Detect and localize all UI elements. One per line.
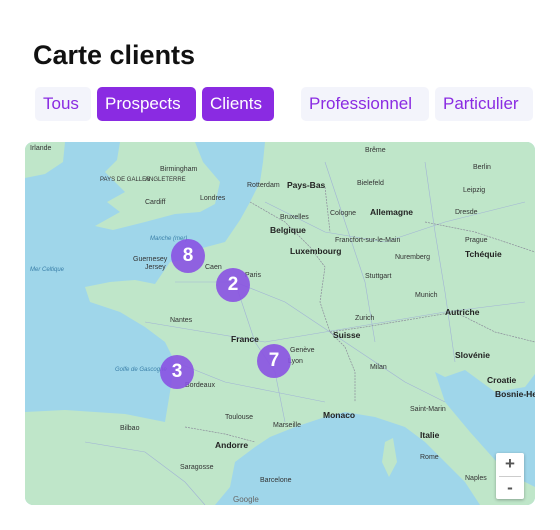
map-label: Leipzig — [463, 187, 486, 194]
client-map[interactable]: Irlande Birmingham PAYS DE GALLES ANGLET… — [25, 142, 535, 505]
map-label: Cologne — [330, 210, 357, 217]
great-britain-land — [95, 142, 220, 230]
map-label: Autriche — [445, 307, 480, 317]
map-label: Rotterdam — [247, 182, 280, 189]
map-label: ANGLETERRE — [145, 177, 186, 183]
map-label: Genève — [290, 347, 315, 354]
map-label: Pays-Bas — [287, 180, 326, 190]
map-label: Italie — [420, 430, 440, 440]
map-label: Slovénie — [455, 350, 490, 360]
map-label: Allemagne — [370, 207, 413, 217]
filter-tous[interactable]: Tous — [35, 87, 91, 121]
filter-professionnel[interactable]: Professionnel — [301, 87, 429, 121]
map-label: Nuremberg — [395, 254, 431, 261]
map-label: Luxembourg — [290, 246, 342, 256]
page-title: Carte clients — [33, 40, 196, 70]
map-label: Bosnie-Herz — [495, 389, 535, 399]
map-label: Saragosse — [180, 464, 214, 471]
map-label: Guernesey — [133, 256, 168, 263]
cluster-marker[interactable]: 8 — [171, 239, 205, 273]
map-label: Francfort-sur-le-Main — [335, 237, 401, 244]
map-label: Jersey — [145, 264, 166, 271]
map-label: Dresde — [455, 209, 478, 216]
filter-particulier[interactable]: Particulier — [435, 87, 533, 121]
map-label: Saint-Marin — [410, 406, 446, 413]
map-label: Barcelone — [260, 477, 292, 484]
map-label: Milan — [370, 364, 387, 371]
sea-label: Mer Celtique — [30, 267, 65, 273]
zoom-control: + - — [496, 453, 524, 499]
map-label: Andorre — [215, 440, 249, 450]
cluster-marker[interactable]: 3 — [160, 355, 194, 389]
filter-prospects[interactable]: Prospects — [97, 87, 196, 121]
map-label: Croatie — [487, 375, 517, 385]
map-label: Munich — [415, 292, 438, 299]
map-label: Birmingham — [160, 166, 198, 173]
map-label: Marseille — [273, 422, 302, 429]
map-label: Irlande — [30, 145, 52, 152]
map-label: Monaco — [323, 410, 356, 420]
map-label: Cardiff — [145, 199, 166, 206]
map-label: Tchéquie — [465, 249, 502, 259]
map-label-caen: Caen — [205, 264, 222, 271]
map-label: Nantes — [170, 317, 193, 324]
map-label: Suisse — [333, 330, 361, 340]
cluster-marker[interactable]: 7 — [257, 344, 291, 378]
map-label: Bruxelles — [280, 214, 309, 221]
map-label: PAYS DE GALLES — [100, 177, 151, 183]
corsica-land — [382, 438, 397, 477]
map-label: Londres — [200, 195, 226, 202]
map-label: Stuttgart — [365, 273, 392, 280]
map-label: Rome — [420, 454, 439, 461]
map-label: Prague — [465, 237, 488, 244]
continent-land — [25, 142, 535, 505]
map-tiles — [25, 142, 535, 505]
map-label: Bilbao — [120, 425, 140, 432]
map-label: France — [231, 334, 259, 344]
google-attribution: Google — [233, 495, 259, 504]
map-label: Bielefeld — [357, 180, 384, 187]
map-label: Berlin — [473, 164, 491, 171]
sea-label: Golfe de Gascogne — [115, 367, 167, 373]
zoom-out-button[interactable]: - — [496, 477, 524, 500]
map-label: Naples — [465, 475, 487, 482]
map-label: Belgique — [270, 225, 306, 235]
cluster-marker[interactable]: 2 — [216, 268, 250, 302]
map-label: Zurich — [355, 315, 375, 322]
zoom-in-button[interactable]: + — [496, 453, 524, 476]
filter-clients[interactable]: Clients — [202, 87, 274, 121]
map-label: Brême — [365, 147, 386, 154]
map-label: Toulouse — [225, 414, 254, 421]
